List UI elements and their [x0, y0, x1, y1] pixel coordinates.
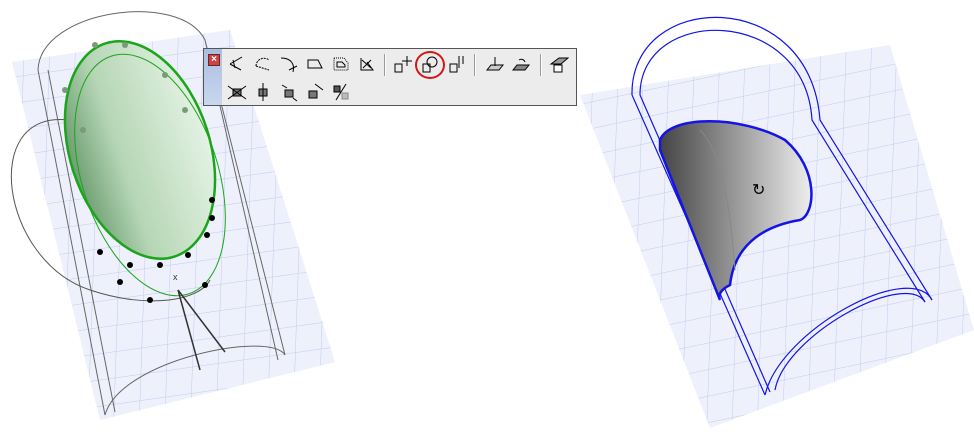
- axis-label-x: x: [173, 272, 178, 282]
- edit-toolbar: ×: [203, 48, 577, 106]
- grid-plane: [580, 45, 974, 428]
- mirror-3d-icon[interactable]: [304, 81, 326, 103]
- curve-arc-icon[interactable]: [278, 53, 300, 75]
- rounded-rect-icon[interactable]: [304, 53, 326, 75]
- offset-polygon-icon[interactable]: [330, 53, 352, 75]
- arc-angle-icon[interactable]: [252, 53, 274, 75]
- move-icon[interactable]: [392, 53, 414, 75]
- rotate-icon[interactable]: [419, 53, 441, 75]
- line-angle-icon[interactable]: [226, 53, 248, 75]
- multiply-icon[interactable]: [330, 81, 352, 103]
- align-icon[interactable]: [446, 53, 468, 75]
- roof-icon[interactable]: [548, 53, 570, 75]
- elevate-icon[interactable]: [484, 53, 506, 75]
- drag-3d-icon[interactable]: [226, 81, 248, 103]
- offset-slab-icon[interactable]: [510, 53, 532, 75]
- close-icon: ×: [211, 54, 217, 65]
- elevate-3d-icon[interactable]: [252, 81, 274, 103]
- trim-polygon-icon[interactable]: [356, 53, 378, 75]
- rotate-3d-icon[interactable]: [278, 81, 300, 103]
- rotate-cursor-icon: ↻: [752, 182, 765, 199]
- right-3d-view[interactable]: ↻: [570, 0, 974, 428]
- close-button[interactable]: ×: [208, 54, 220, 66]
